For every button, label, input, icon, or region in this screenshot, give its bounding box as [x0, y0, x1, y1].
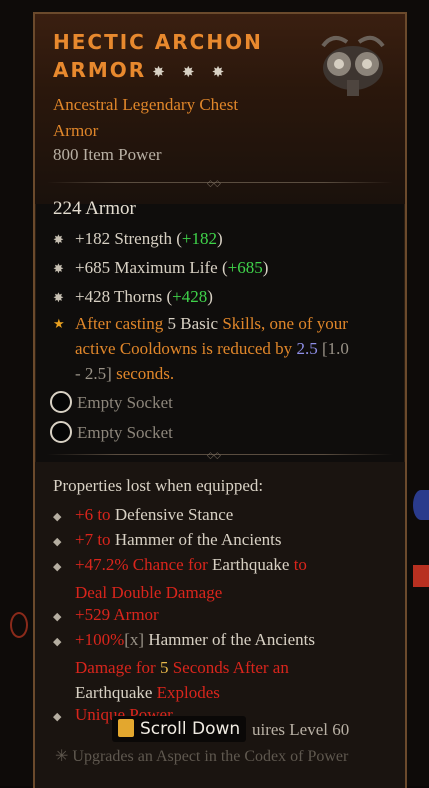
- diamond-bullet-icon: ◆: [53, 561, 62, 573]
- lost-skill: Hammer of the Ancients: [114, 530, 282, 549]
- lost-value: +47.2% Chance for: [75, 555, 213, 574]
- ancestral-stars-icon: ✸ ✸ ✸: [152, 63, 231, 81]
- affix-strength: ✸ +182 Strength (+182): [53, 226, 223, 252]
- affix-thorns: ✸ +428 Thorns (+428): [53, 284, 213, 310]
- lost-value: Seconds After an: [168, 658, 289, 677]
- scroll-down-button[interactable]: Scroll Down: [112, 716, 247, 742]
- chest-armor-icon: [321, 35, 385, 96]
- scroll-down-label: Scroll Down: [140, 719, 241, 739]
- legendary-text: After casting 5 Basic Skills, one of you…: [75, 311, 393, 386]
- diamond-bullet-icon: ◆: [53, 636, 62, 648]
- lost-skill: Defensive Stance: [114, 505, 234, 524]
- socket-label: Empty Socket: [77, 423, 173, 442]
- lost-value: +529 Armor: [75, 605, 159, 624]
- item-type-line1: Ancestral Legendary Chest: [53, 95, 239, 114]
- legendary-star-icon: ★: [53, 316, 65, 331]
- divider: ◇◇: [47, 178, 393, 188]
- socket-icon: [50, 421, 72, 443]
- affix-text: +182 Strength (: [75, 229, 182, 248]
- legendary-value: 2.5: [296, 339, 318, 358]
- affix-bullet-icon: ✸: [53, 290, 64, 305]
- legendary-part: Skills, one of your: [218, 314, 348, 333]
- legendary-aspect: ★ After casting 5 Basic Skills, one of y…: [53, 311, 393, 386]
- lost-property: ◆ +6 to Defensive Stance: [53, 502, 233, 530]
- affix-close: ): [207, 287, 213, 306]
- divider: ◇◇: [47, 450, 393, 460]
- empty-socket: Empty Socket: [50, 421, 173, 443]
- tooltip-background: HECTIC ARCHON ARMOR ✸ ✸ ✸ Ancestral Legen…: [0, 0, 429, 788]
- legendary-range: [1.0: [317, 339, 349, 358]
- lost-property: ◆ +529 Armor: [53, 602, 159, 630]
- item-power: 800 Item Power: [53, 145, 162, 164]
- legendary-part: Basic: [176, 314, 219, 333]
- affix-bonus: +428: [172, 287, 208, 306]
- upgrade-note: ✳ Upgrades an Aspect in the Codex of Pow…: [55, 746, 348, 766]
- legendary-part: After casting: [75, 314, 168, 333]
- lost-value: to: [289, 555, 307, 574]
- legendary-part: seconds.: [111, 364, 175, 383]
- item-title: HECTIC ARCHON ARMOR ✸ ✸ ✸: [53, 28, 293, 86]
- lost-value: +7 to: [75, 530, 115, 549]
- tooltip-header: HECTIC ARCHON ARMOR ✸ ✸ ✸ Ancestral Legen…: [35, 14, 405, 204]
- lost-property: ◆ +47.2% Chance for Earthquake to Deal Dou…: [53, 552, 307, 605]
- legendary-part: active Cooldowns is reduced by: [75, 339, 297, 358]
- lost-value: Explodes: [152, 683, 220, 702]
- item-tooltip: HECTIC ARCHON ARMOR ✸ ✸ ✸ Ancestral Legen…: [33, 12, 407, 788]
- affix-bonus: +182: [181, 229, 217, 248]
- lost-skill: Hammer of the Ancients: [144, 630, 315, 649]
- lost-properties-title: Properties lost when equipped:: [53, 476, 264, 495]
- affix-text: +685 Maximum Life (: [75, 258, 228, 277]
- socket-icon: [50, 391, 72, 413]
- affix-bullet-icon: ✸: [53, 261, 64, 276]
- lost-value: Damage for: [75, 658, 160, 677]
- affix-life: ✸ +685 Maximum Life (+685): [53, 255, 268, 281]
- scroll-key-icon: [118, 719, 134, 737]
- lost-property: ◆ +7 to Hammer of the Ancients: [53, 527, 281, 555]
- legendary-range: - 2.5]: [75, 364, 112, 383]
- upgrade-icon: ✳: [55, 748, 73, 765]
- item-title-line2: ARMOR: [53, 58, 147, 82]
- upgrade-text: Upgrades an Aspect in the Codex of Power: [72, 748, 349, 765]
- item-type: Ancestral Legendary Chest Armor: [53, 92, 313, 144]
- affix-text: +428 Thorns (: [75, 287, 173, 306]
- affix-close: ): [262, 258, 269, 277]
- item-title-line1: HECTIC ARCHON: [53, 30, 263, 54]
- socket-label: Empty Socket: [77, 393, 173, 412]
- left-edge-icon: [10, 612, 28, 638]
- affix-bullet-icon: ✸: [53, 232, 64, 247]
- lost-skill: Earthquake: [212, 555, 290, 574]
- side-gem-icon: [413, 490, 429, 520]
- legendary-value: 5: [167, 314, 177, 333]
- affix-bonus: +685: [227, 258, 263, 277]
- armor-value: 224 Armor: [53, 198, 136, 219]
- lost-value: +6 to: [75, 505, 115, 524]
- level-requirement: uires Level 60: [252, 720, 350, 739]
- item-type-line2: Armor: [53, 121, 99, 140]
- diamond-bullet-icon: ◆: [53, 711, 62, 723]
- lost-multiplier: [x]: [124, 630, 145, 649]
- lost-property: ◆ +100%[x] Hammer of the Ancients Damage f…: [53, 627, 315, 705]
- affix-close: ): [216, 229, 223, 248]
- lost-skill: Earthquake: [75, 683, 153, 702]
- lost-value: +100%: [75, 630, 125, 649]
- empty-socket: Empty Socket: [50, 391, 173, 413]
- side-item-icon: [413, 565, 429, 587]
- lost-continuation: Damage for 5 Seconds After an: [75, 655, 315, 680]
